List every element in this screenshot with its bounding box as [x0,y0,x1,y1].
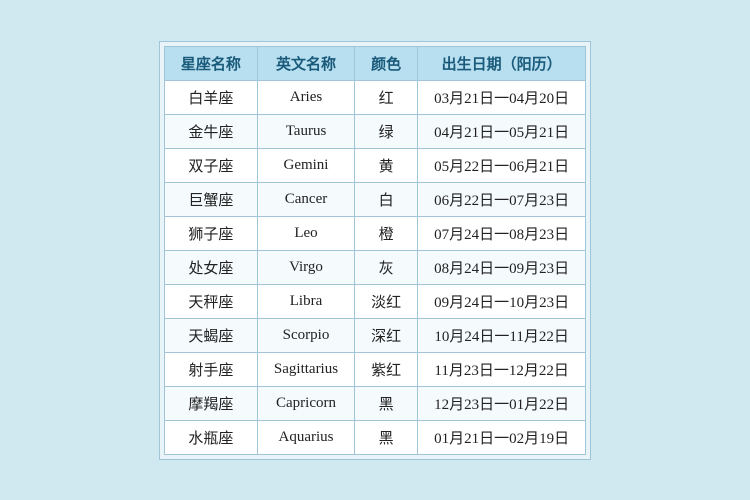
table-row: 双子座Gemini黄05月22日一06月21日 [164,148,585,182]
table-cell: 08月24日一09月23日 [418,250,586,284]
zodiac-table-container: 星座名称英文名称颜色出生日期（阳历） 白羊座Aries红03月21日一04月20… [159,41,591,460]
table-cell: 灰 [355,250,418,284]
table-cell: 白羊座 [164,80,257,114]
table-cell: Leo [257,216,354,250]
table-cell: 11月23日一12月22日 [418,352,586,386]
table-body: 白羊座Aries红03月21日一04月20日金牛座Taurus绿04月21日一0… [164,80,585,454]
table-row: 处女座Virgo灰08月24日一09月23日 [164,250,585,284]
table-cell: 处女座 [164,250,257,284]
table-cell: 摩羯座 [164,386,257,420]
table-row: 摩羯座Capricorn黑12月23日一01月22日 [164,386,585,420]
table-row: 金牛座Taurus绿04月21日一05月21日 [164,114,585,148]
table-cell: 双子座 [164,148,257,182]
table-cell: 12月23日一01月22日 [418,386,586,420]
table-cell: 06月22日一07月23日 [418,182,586,216]
table-cell: 巨蟹座 [164,182,257,216]
table-cell: 07月24日一08月23日 [418,216,586,250]
table-cell: 紫红 [355,352,418,386]
table-cell: Scorpio [257,318,354,352]
table-cell: Aries [257,80,354,114]
table-cell: 黑 [355,386,418,420]
table-cell: Taurus [257,114,354,148]
table-cell: 天秤座 [164,284,257,318]
table-cell: Capricorn [257,386,354,420]
table-header-cell: 英文名称 [257,46,354,80]
table-cell: Cancer [257,182,354,216]
table-cell: 绿 [355,114,418,148]
table-cell: 10月24日一11月22日 [418,318,586,352]
table-cell: Aquarius [257,420,354,454]
table-cell: 深红 [355,318,418,352]
table-row: 射手座Sagittarius紫红11月23日一12月22日 [164,352,585,386]
table-cell: 狮子座 [164,216,257,250]
table-row: 白羊座Aries红03月21日一04月20日 [164,80,585,114]
table-header-cell: 星座名称 [164,46,257,80]
table-cell: Sagittarius [257,352,354,386]
table-cell: 金牛座 [164,114,257,148]
table-cell: Virgo [257,250,354,284]
table-row: 巨蟹座Cancer白06月22日一07月23日 [164,182,585,216]
table-cell: 白 [355,182,418,216]
table-cell: 橙 [355,216,418,250]
table-cell: 黑 [355,420,418,454]
table-header-cell: 颜色 [355,46,418,80]
table-cell: 天蝎座 [164,318,257,352]
zodiac-table: 星座名称英文名称颜色出生日期（阳历） 白羊座Aries红03月21日一04月20… [164,46,586,455]
table-header-row: 星座名称英文名称颜色出生日期（阳历） [164,46,585,80]
table-row: 狮子座Leo橙07月24日一08月23日 [164,216,585,250]
table-cell: 水瓶座 [164,420,257,454]
table-cell: Gemini [257,148,354,182]
table-cell: 红 [355,80,418,114]
table-cell: 黄 [355,148,418,182]
table-row: 天秤座Libra淡红09月24日一10月23日 [164,284,585,318]
table-header-cell: 出生日期（阳历） [418,46,586,80]
table-cell: 05月22日一06月21日 [418,148,586,182]
table-cell: 09月24日一10月23日 [418,284,586,318]
table-cell: 射手座 [164,352,257,386]
table-cell: Libra [257,284,354,318]
table-cell: 04月21日一05月21日 [418,114,586,148]
table-cell: 01月21日一02月19日 [418,420,586,454]
table-cell: 03月21日一04月20日 [418,80,586,114]
table-cell: 淡红 [355,284,418,318]
table-row: 水瓶座Aquarius黑01月21日一02月19日 [164,420,585,454]
table-row: 天蝎座Scorpio深红10月24日一11月22日 [164,318,585,352]
